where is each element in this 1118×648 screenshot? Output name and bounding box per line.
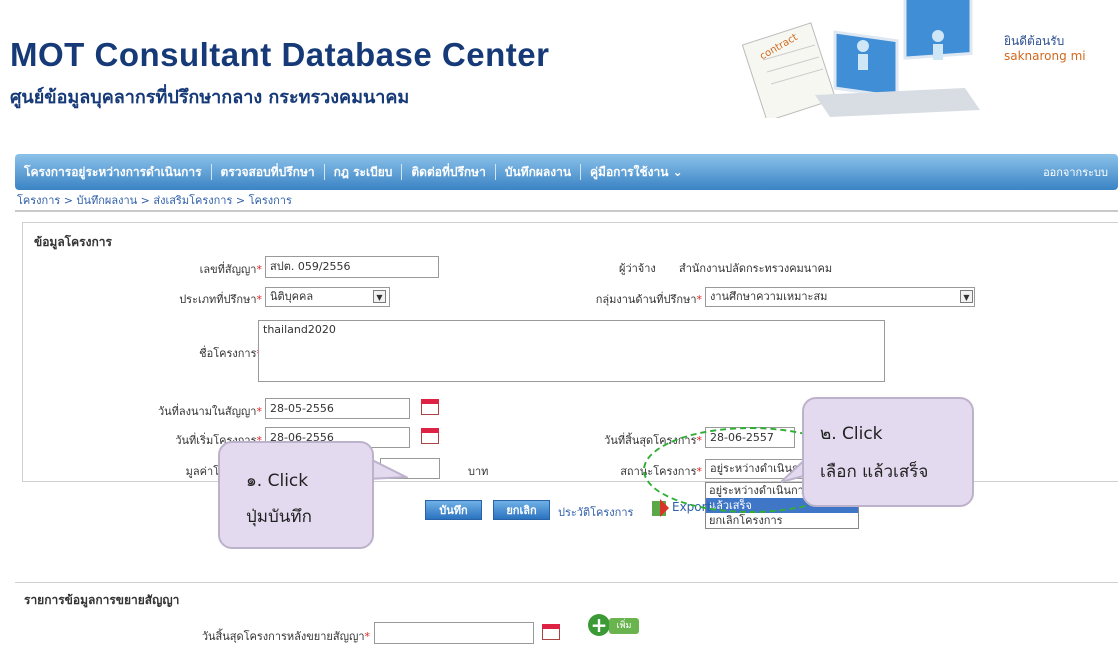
nav-item-regulations[interactable]: กฎ ระเบียบ [325,164,403,180]
project-history-link[interactable]: ประวัติโครงการ [558,503,633,521]
calendar-icon[interactable] [421,399,439,415]
save-button[interactable]: บันทึก [425,500,482,520]
callout-status-line2: เลือก แล้วเสร็จ [820,462,929,482]
main-nav: โครงการอยู่ระหว่างการดำเนินการ ตรวจสอบที… [15,154,1118,190]
chevron-down-icon: ⌄ [672,165,683,179]
divider [15,582,1118,583]
extension-end-date-label-text: วันสิ้นสุดโครงการหลังขยายสัญญา [201,630,365,643]
extension-section-title: รายการข้อมูลการขยายสัญญา [24,593,180,607]
callout-status-line1: ๒. Click [820,424,883,444]
callout-save-line2: ปุ่มบันทึก [246,507,312,527]
chevron-down-icon[interactable]: ▼ [960,290,973,303]
export-icon[interactable] [650,498,670,518]
nav-item-manual[interactable]: คู่มือการใช้งาน ⌄ [581,164,692,180]
currency-unit: บาท [468,465,489,478]
add-icon[interactable]: + [588,614,610,636]
required-mark: * [256,263,263,276]
required-mark: * [256,405,263,418]
calendar-icon[interactable] [542,624,560,640]
consult-type-label-text: ประเภทที่ปรึกษา [179,293,257,306]
consult-type-select[interactable]: นิติบุคคล [265,287,390,307]
project-name-textarea[interactable]: thailand2020 [258,320,885,382]
contract-no-label-text: เลขที่สัญญา [199,263,257,276]
breadcrumb[interactable]: โครงการ > บันทึกผลงาน > ส่งเสริมโครงการ … [17,191,292,209]
app-subtitle: ศูนย์ข้อมูลบุคลากรที่ปรึกษากลาง กระทรวงค… [10,87,410,108]
nav-item-contact-consultant[interactable]: ติดต่อที่ปรึกษา [402,164,496,180]
nav-item-check-consultant[interactable]: ตรวจสอบที่ปรึกษา [212,164,325,180]
logout-link[interactable]: ออกจากระบบ [1043,163,1118,181]
section-title: ข้อมูลโครงการ [34,235,112,249]
extension-end-date-input[interactable] [374,622,534,644]
callout-save-text: ๑. Click ปุ่มบันทึก [246,463,312,535]
nav-item-record-work[interactable]: บันทึกผลงาน [496,164,582,180]
extension-end-date-label: วันสิ้นสุดโครงการหลังขยายสัญญา* [202,627,370,645]
sign-date-label-text: วันที่ลงนามในสัญญา [157,405,257,418]
contract-no-label: เลขที่สัญญา* [200,260,262,278]
employer-value: สำนักงานปลัดกระทรวงคมนาคม [679,262,833,275]
sign-date-label: วันที่ลงนามในสัญญา* [158,402,262,420]
work-group-select[interactable]: งานศึกษาความเหมาะสม [705,287,975,307]
work-group-label: กลุ่มงานด้านที่ปรึกษา* [596,290,702,308]
callout-save-line1: ๑. Click [246,471,309,491]
header-illustration: contract [741,0,980,118]
callout-pointer [368,456,408,481]
divider [15,210,1118,212]
status-option-cancelled[interactable]: ยกเลิกโครงการ [706,513,858,528]
required-mark: * [696,293,703,306]
required-mark: * [364,630,371,643]
app-title: MOT Consultant Database Center [10,36,550,73]
callout-status-text: ๒. Click เลือก แล้วเสร็จ [820,415,928,491]
project-name-label: ชื่อโครงการ* [199,344,262,362]
nav-item-ongoing-projects[interactable]: โครงการอยู่ระหว่างการดำเนินการ [15,164,212,180]
add-button-label[interactable]: เพิ่ม [609,618,639,634]
chevron-down-icon[interactable]: ▼ [373,290,386,303]
username-link[interactable]: saknarong mi [1004,49,1086,63]
required-mark: * [256,293,263,306]
project-name-label-text: ชื่อโครงการ [199,347,257,360]
employer-label: ผู้ว่าจ้าง [619,262,656,275]
consult-type-label: ประเภทที่ปรึกษา* [179,290,262,308]
work-group-label-text: กลุ่มงานด้านที่ปรึกษา [595,293,697,306]
cancel-button[interactable]: ยกเลิก [493,500,550,520]
nav-item-manual-label: คู่มือการใช้งาน [590,165,669,179]
sign-date-input[interactable]: 28-05-2556 [265,398,410,419]
calendar-icon[interactable] [421,428,439,444]
contract-no-input[interactable]: สปต. 059/2556 [265,256,439,278]
